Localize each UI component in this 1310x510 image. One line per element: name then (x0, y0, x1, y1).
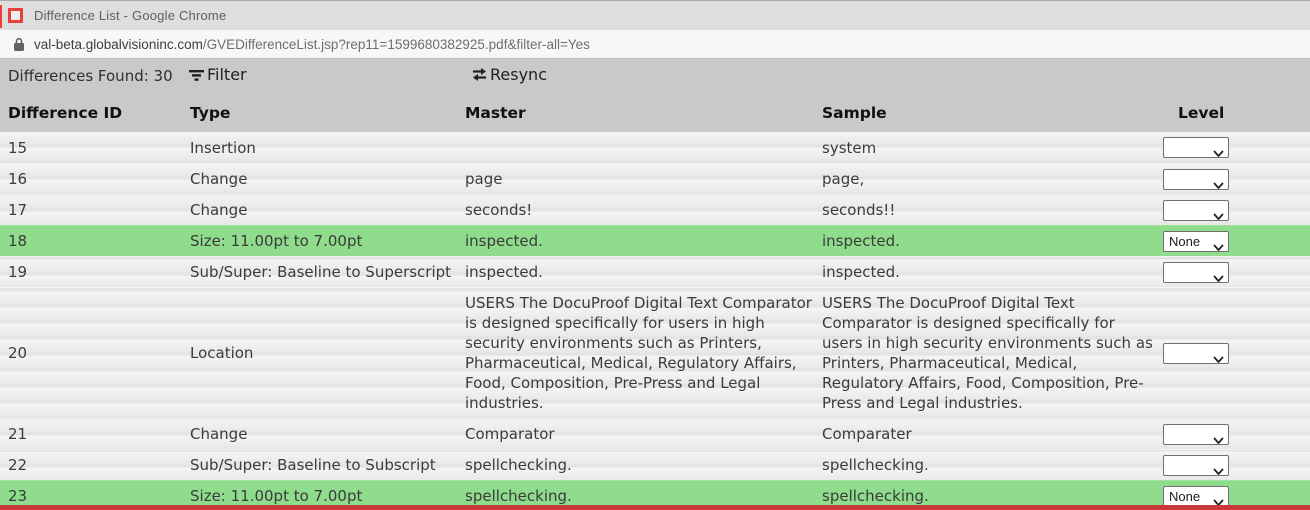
cell-master (465, 143, 822, 153)
bottom-red-bar (0, 505, 1310, 510)
cell-master: Comparator (465, 419, 822, 449)
header-difference-id: Difference ID (8, 104, 190, 122)
address-bar[interactable]: val-beta.globalvisioninc.com/GVEDifferen… (0, 30, 1310, 59)
cell-type: Sub/Super: Baseline to Superscript (190, 257, 465, 287)
red-square-app-icon (8, 8, 23, 23)
cell-level (1163, 262, 1310, 283)
header-master: Master (465, 104, 822, 122)
header-sample: Sample (822, 104, 1163, 122)
differences-found-label: Differences Found: 30 (8, 67, 173, 85)
cell-id: 22 (8, 450, 190, 480)
level-select[interactable] (1163, 424, 1229, 445)
level-select-wrap: None (1163, 231, 1229, 252)
header-level: Level (1163, 104, 1310, 122)
cell-master: spellchecking. (465, 450, 822, 480)
swap-arrows-icon (471, 67, 488, 82)
cell-master: page (465, 164, 822, 194)
header-type: Type (190, 104, 465, 122)
cell-type: Sub/Super: Baseline to Subscript (190, 450, 465, 480)
toolbar: Differences Found: 30 Filter Res (0, 59, 1310, 93)
cell-sample: Comparater (822, 419, 1163, 449)
cell-id: 18 (8, 226, 190, 256)
cell-type: Location (190, 338, 465, 368)
list-header-panel: Differences Found: 30 Filter Res (0, 59, 1310, 132)
cell-sample: inspected. (822, 257, 1163, 287)
cell-level (1163, 169, 1310, 190)
table-row[interactable]: 22 Sub/Super: Baseline to Subscript spel… (0, 449, 1310, 480)
window-titlebar: Difference List - Google Chrome (0, 0, 1310, 30)
cell-level: None (1163, 486, 1310, 507)
filter-button[interactable]: Filter (188, 65, 247, 84)
cell-master: inspected. (465, 257, 822, 287)
difference-list: 15 Insertion system 16 Change page page, (0, 132, 1310, 510)
cell-level (1163, 455, 1310, 476)
table-row[interactable]: 17 Change seconds! seconds!! (0, 194, 1310, 225)
filter-label: Filter (207, 65, 247, 84)
window-edge-accent (0, 5, 2, 28)
cell-type: Change (190, 164, 465, 194)
resync-button[interactable]: Resync (471, 65, 547, 84)
cell-type: Insertion (190, 133, 465, 163)
cell-id: 21 (8, 419, 190, 449)
window-title: Difference List - Google Chrome (34, 8, 226, 23)
table-header-row: Difference ID Type Master Sample Level (0, 93, 1310, 132)
url-path: /GVEDifferenceList.jsp?rep11=15996803829… (203, 37, 590, 52)
cell-level (1163, 343, 1310, 364)
level-select[interactable] (1163, 455, 1229, 476)
level-select[interactable]: None (1163, 231, 1229, 252)
level-select-wrap (1163, 262, 1229, 283)
level-select-wrap (1163, 424, 1229, 445)
url-text[interactable]: val-beta.globalvisioninc.com/GVEDifferen… (34, 37, 590, 52)
cell-master: USERS The DocuProof Digital Text Compara… (465, 288, 822, 418)
level-select[interactable] (1163, 169, 1229, 190)
level-select-wrap (1163, 169, 1229, 190)
cell-type: Size: 11.00pt to 7.00pt (190, 226, 465, 256)
level-select[interactable] (1163, 262, 1229, 283)
level-select-wrap: None (1163, 486, 1229, 507)
cell-sample: seconds!! (822, 195, 1163, 225)
filter-lines-icon (188, 67, 205, 83)
cell-master: inspected. (465, 226, 822, 256)
cell-level (1163, 137, 1310, 158)
level-select[interactable] (1163, 343, 1229, 364)
cell-id: 17 (8, 195, 190, 225)
table-row[interactable]: 18 Size: 11.00pt to 7.00pt inspected. in… (0, 225, 1310, 256)
table-row[interactable]: 16 Change page page, (0, 163, 1310, 194)
table-row[interactable]: 19 Sub/Super: Baseline to Superscript in… (0, 256, 1310, 287)
cell-sample: page, (822, 164, 1163, 194)
cell-id: 20 (8, 338, 190, 368)
table-row[interactable]: 20 Location USERS The DocuProof Digital … (0, 287, 1310, 418)
table-row[interactable]: 15 Insertion system (0, 132, 1310, 163)
cell-id: 16 (8, 164, 190, 194)
level-select[interactable] (1163, 200, 1229, 221)
cell-level (1163, 200, 1310, 221)
level-select[interactable]: None (1163, 486, 1229, 507)
level-select-wrap (1163, 200, 1229, 221)
cell-level: None (1163, 231, 1310, 252)
cell-type: Change (190, 195, 465, 225)
resync-label: Resync (490, 65, 547, 84)
level-select-wrap (1163, 137, 1229, 158)
level-select[interactable] (1163, 137, 1229, 158)
table-row[interactable]: 21 Change Comparator Comparater (0, 418, 1310, 449)
cell-master: seconds! (465, 195, 822, 225)
padlock-icon[interactable] (13, 37, 25, 52)
level-select-wrap (1163, 343, 1229, 364)
cell-type: Change (190, 419, 465, 449)
level-select-wrap (1163, 455, 1229, 476)
cell-level (1163, 424, 1310, 445)
cell-id: 19 (8, 257, 190, 287)
cell-sample: system (822, 133, 1163, 163)
cell-id: 15 (8, 133, 190, 163)
cell-sample: spellchecking. (822, 450, 1163, 480)
cell-sample: USERS The DocuProof Digital Text Compara… (822, 288, 1163, 418)
url-domain: val-beta.globalvisioninc.com (34, 37, 203, 52)
cell-sample: inspected. (822, 226, 1163, 256)
